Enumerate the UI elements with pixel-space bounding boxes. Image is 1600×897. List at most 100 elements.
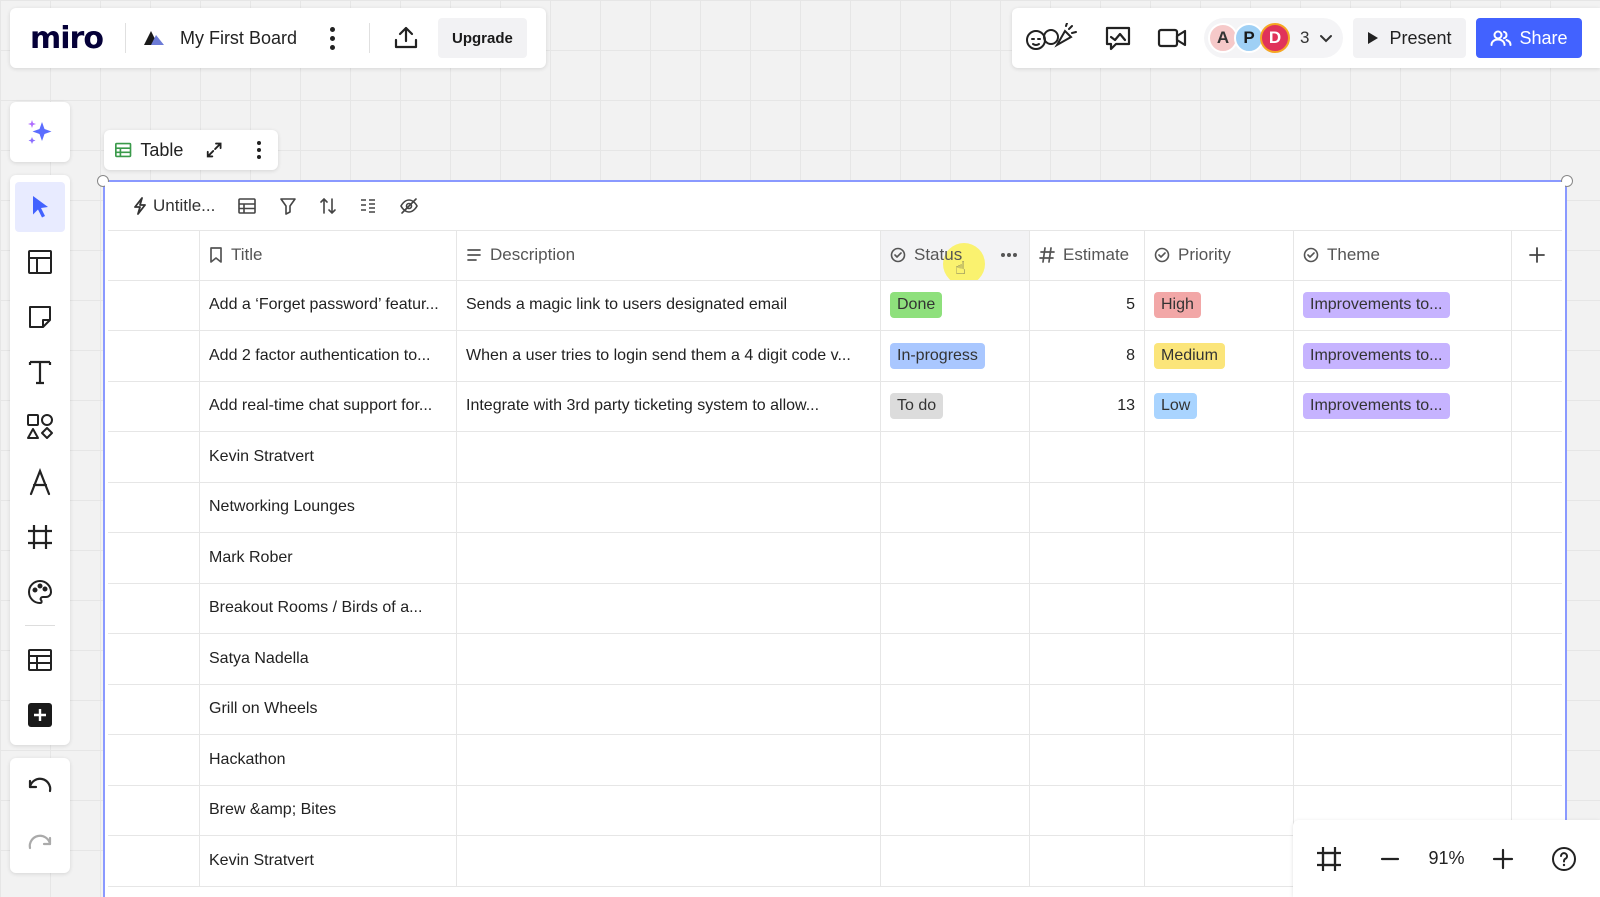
row-handle-cell[interactable] (108, 583, 200, 633)
priority-cell[interactable] (1145, 735, 1294, 785)
pen-tool[interactable] (15, 457, 65, 507)
title-cell[interactable]: Grill on Wheels (200, 684, 457, 734)
priority-tag[interactable]: Low (1154, 393, 1198, 420)
estimate-cell[interactable] (1030, 735, 1145, 785)
title-cell[interactable]: Hackathon (200, 735, 457, 785)
help-button[interactable] (1542, 837, 1586, 881)
share-button[interactable]: Share (1475, 18, 1582, 58)
row-handle-cell[interactable] (108, 735, 200, 785)
theme-cell[interactable] (1294, 583, 1512, 633)
title-cell[interactable]: Add 2 factor authentication to... (200, 331, 457, 381)
empty-cell[interactable] (1512, 281, 1562, 331)
theme-cell[interactable]: Improvements to... (1294, 381, 1512, 431)
estimate-cell[interactable]: 5 (1030, 280, 1145, 330)
title-cell[interactable]: Breakout Rooms / Birds of a... (200, 583, 457, 633)
frame-tool[interactable] (15, 512, 65, 562)
description-cell[interactable] (457, 533, 881, 583)
priority-cell[interactable] (1145, 684, 1294, 734)
priority-cell[interactable]: Low (1145, 381, 1294, 431)
miro-logo[interactable]: miro (30, 21, 104, 56)
row-handle-cell[interactable] (108, 381, 200, 431)
table-row[interactable]: Add 2 factor authentication to... When a … (108, 331, 1562, 382)
comments-button[interactable] (1096, 16, 1140, 60)
table-row[interactable]: Networking Lounges (108, 482, 1562, 533)
theme-tag[interactable]: Improvements to... (1303, 292, 1450, 319)
title-cell[interactable]: Brew &amp; Bites (200, 785, 457, 835)
column-header-description[interactable]: Description (457, 231, 881, 280)
title-cell[interactable]: Networking Lounges (200, 482, 457, 532)
empty-cell[interactable] (1512, 432, 1562, 482)
theme-cell[interactable] (1294, 684, 1512, 734)
description-cell[interactable]: When a user tries to login send them a 4… (457, 331, 881, 381)
column-menu-icon[interactable] (1000, 252, 1018, 258)
column-header-status[interactable]: Status ☝ (881, 231, 1030, 280)
status-cell[interactable] (881, 583, 1030, 633)
sticky-note-tool[interactable] (15, 292, 65, 342)
priority-tag[interactable]: High (1154, 292, 1201, 319)
row-handle-cell[interactable] (108, 432, 200, 482)
table-view-icon[interactable] (237, 197, 257, 215)
priority-cell[interactable] (1145, 836, 1294, 886)
description-cell[interactable] (457, 684, 881, 734)
board-menu-button[interactable] (323, 23, 343, 53)
description-cell[interactable] (457, 482, 881, 532)
collaborators-list[interactable]: A P D 3 (1204, 18, 1344, 58)
video-call-button[interactable] (1150, 16, 1194, 60)
table-options-button[interactable] (250, 135, 268, 165)
estimate-cell[interactable] (1030, 583, 1145, 633)
priority-cell[interactable] (1145, 533, 1294, 583)
description-cell[interactable]: Integrate with 3rd party ticketing syste… (457, 381, 881, 431)
description-cell[interactable] (457, 785, 881, 835)
theme-cell[interactable] (1294, 634, 1512, 684)
status-tag[interactable]: In-progress (890, 342, 985, 369)
add-column-button[interactable] (1512, 231, 1562, 280)
empty-cell[interactable] (1512, 584, 1562, 634)
estimate-cell[interactable] (1030, 482, 1145, 532)
estimate-cell[interactable] (1030, 684, 1145, 734)
status-cell[interactable]: To do (881, 381, 1030, 431)
row-handle-cell[interactable] (108, 482, 200, 532)
column-header-title[interactable]: Title (200, 231, 457, 280)
board-name[interactable]: My First Board (180, 28, 297, 49)
description-cell[interactable] (457, 583, 881, 633)
title-cell[interactable]: Add a ‘Forget password’ featur... (200, 280, 457, 330)
priority-tag[interactable]: Medium (1154, 342, 1225, 369)
status-cell[interactable] (881, 735, 1030, 785)
zoom-level[interactable]: 91% (1428, 848, 1464, 869)
priority-cell[interactable] (1145, 634, 1294, 684)
status-tag[interactable]: Done (890, 292, 943, 319)
hide-fields-icon[interactable] (399, 197, 419, 215)
emoji-tool[interactable] (15, 567, 65, 617)
description-cell[interactable] (457, 735, 881, 785)
templates-tool[interactable] (15, 237, 65, 287)
reactions-button[interactable] (1022, 16, 1082, 60)
estimate-cell[interactable] (1030, 785, 1145, 835)
sort-icon[interactable] (319, 197, 337, 215)
status-cell[interactable]: Done (881, 280, 1030, 330)
status-cell[interactable] (881, 533, 1030, 583)
description-cell[interactable] (457, 836, 881, 886)
status-cell[interactable]: In-progress (881, 331, 1030, 381)
table-row[interactable]: Kevin Stratvert (108, 432, 1562, 483)
empty-cell[interactable] (1512, 331, 1562, 381)
redo-button[interactable] (18, 822, 62, 866)
avatar[interactable]: D (1260, 23, 1290, 53)
text-tool[interactable] (15, 347, 65, 397)
empty-cell[interactable] (1512, 685, 1562, 735)
priority-cell[interactable] (1145, 785, 1294, 835)
theme-tag[interactable]: Improvements to... (1303, 342, 1450, 369)
title-cell[interactable]: Add real-time chat support for... (200, 381, 457, 431)
column-header-theme[interactable]: Theme (1294, 231, 1512, 280)
filter-icon[interactable] (279, 197, 297, 215)
theme-tag[interactable]: Improvements to... (1303, 393, 1450, 420)
table-row[interactable]: Add real-time chat support for... Integra… (108, 381, 1562, 432)
title-cell[interactable]: Mark Rober (200, 533, 457, 583)
upgrade-button[interactable]: Upgrade (437, 18, 527, 58)
estimate-cell[interactable] (1030, 432, 1145, 482)
table-row[interactable]: Satya Nadella (108, 634, 1562, 685)
table-name-button[interactable]: Untitle... (133, 196, 215, 216)
estimate-cell[interactable]: 8 (1030, 331, 1145, 381)
table-row[interactable]: Hackathon (108, 735, 1562, 786)
description-cell[interactable]: Sends a magic link to users designated e… (457, 280, 881, 330)
estimate-cell[interactable] (1030, 836, 1145, 886)
